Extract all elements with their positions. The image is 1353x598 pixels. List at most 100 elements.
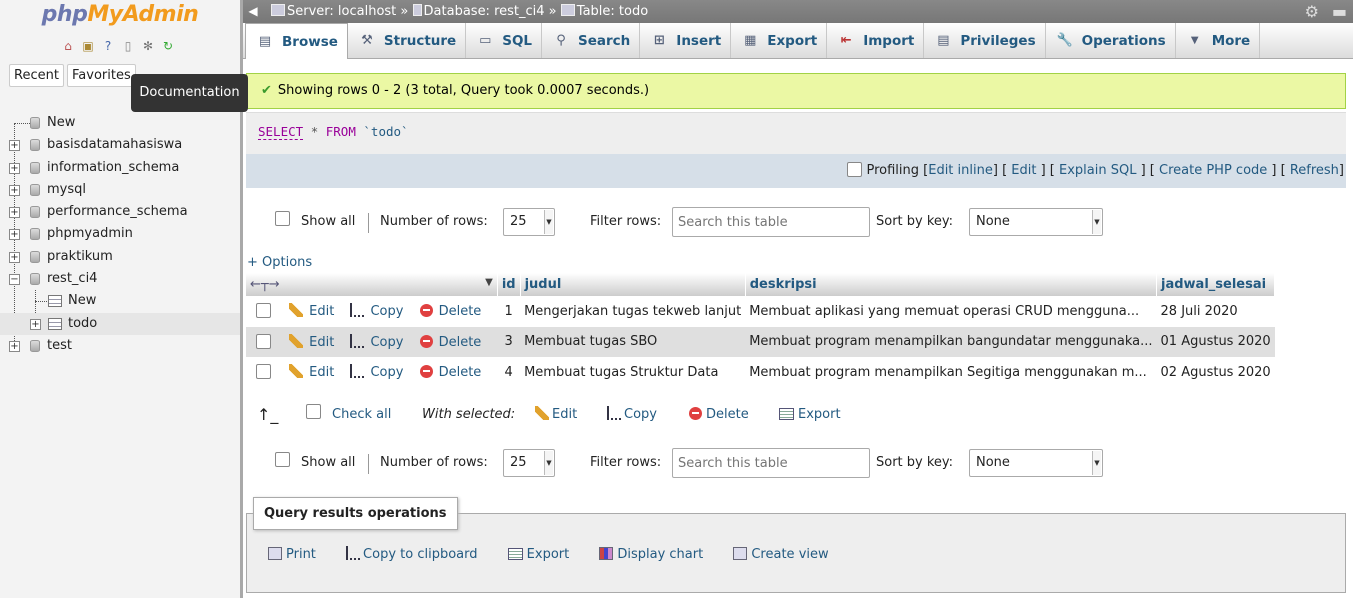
row-checkbox[interactable] xyxy=(256,303,271,319)
filter-rows-input[interactable] xyxy=(672,207,870,237)
row-copy-link[interactable]: Copy xyxy=(350,364,409,380)
profiling-checkbox[interactable] xyxy=(847,162,863,177)
tree-item-information-schema[interactable]: + information_schema xyxy=(0,157,240,179)
row-copy-link[interactable]: Copy xyxy=(350,333,409,350)
row-delete-link[interactable]: Delete xyxy=(419,334,488,350)
collapse-icon[interactable]: − xyxy=(9,274,20,286)
tab-more[interactable]: ▼ More xyxy=(1176,23,1261,58)
home-icon[interactable]: ⌂ xyxy=(60,38,76,54)
sql-query-box[interactable]: SELECT * FROM `todo` xyxy=(246,112,1346,154)
settings-icon[interactable]: ✻ xyxy=(140,38,156,54)
cell-deskripsi[interactable]: Membuat program menampilkan bangundatar … xyxy=(745,326,1157,357)
tree-item-praktikum[interactable]: + praktikum xyxy=(0,246,240,268)
sort-dropdown-icon[interactable]: ▼ xyxy=(485,277,493,288)
breadcrumb-database[interactable]: Database: rest_ci4 xyxy=(424,4,545,19)
export-button[interactable]: Export xyxy=(507,547,569,562)
copy-to-clipboard-button[interactable]: Copy to clipboard xyxy=(346,546,478,562)
tab-structure[interactable]: ⚒ Structure xyxy=(348,23,467,58)
sort-by-key-select[interactable]: None ▼ xyxy=(969,208,1103,236)
sort-by-key-select[interactable]: None ▼ xyxy=(969,449,1103,477)
tree-item-rest-ci4[interactable]: − rest_ci4 xyxy=(0,268,240,290)
refresh-link[interactable]: Refresh xyxy=(1290,163,1339,178)
logout-icon[interactable]: ▣ xyxy=(80,38,96,54)
cell-id[interactable]: 1 xyxy=(497,296,520,327)
expand-icon[interactable]: + xyxy=(9,207,20,219)
cell-id[interactable]: 3 xyxy=(497,326,521,357)
cell-id[interactable]: 4 xyxy=(497,357,520,388)
sql-keyword-select[interactable]: SELECT xyxy=(258,124,304,140)
display-chart-button[interactable]: Display chart xyxy=(599,547,703,562)
expand-icon[interactable]: + xyxy=(9,140,20,152)
column-resize-icon[interactable]: ←┬→ xyxy=(250,277,280,292)
favorites-button[interactable]: Favorites xyxy=(67,64,136,87)
expand-icon[interactable]: + xyxy=(9,251,20,263)
expand-icon[interactable]: + xyxy=(30,318,41,330)
tree-item-mysql[interactable]: + mysql xyxy=(0,179,240,201)
breadcrumb-server[interactable]: Server: localhost xyxy=(287,4,396,19)
row-checkbox[interactable] xyxy=(256,364,271,380)
bulk-delete-button[interactable]: Delete xyxy=(689,400,749,430)
tab-insert[interactable]: ⊞ Insert xyxy=(640,23,732,58)
phpmyadmin-logo[interactable]: phpMyAdmin xyxy=(0,2,240,27)
tree-item-new[interactable]: New xyxy=(0,112,240,134)
number-of-rows-select[interactable]: 25 ▼ xyxy=(503,208,555,236)
tab-sql[interactable]: ▭ SQL xyxy=(466,23,543,58)
show-all-checkbox[interactable] xyxy=(275,211,290,226)
row-edit-link[interactable]: Edit xyxy=(289,364,340,380)
column-header-jadwal-selesai[interactable]: jadwal_selesai xyxy=(1156,273,1276,296)
cell-jadwal-selesai[interactable]: 28 Juli 2020 xyxy=(1157,296,1275,327)
tab-search[interactable]: ⚲ Search xyxy=(542,23,641,58)
cell-deskripsi[interactable]: Membuat aplikasi yang memuat operasi CRU… xyxy=(745,296,1156,327)
bulk-edit-button[interactable]: Edit xyxy=(535,400,577,430)
cell-judul[interactable]: Mengerjakan tugas tekweb lanjut xyxy=(520,296,745,327)
cell-judul[interactable]: Membuat tugas SBO xyxy=(520,326,746,357)
cell-jadwal-selesai[interactable]: 01 Agustus 2020 xyxy=(1156,326,1275,357)
tab-import[interactable]: ⇤ Import xyxy=(827,23,925,58)
bulk-export-button[interactable]: Export xyxy=(779,400,841,430)
cell-deskripsi[interactable]: Membuat program menampilkan Segitiga men… xyxy=(745,357,1156,388)
filter-rows-input[interactable] xyxy=(672,448,870,478)
row-delete-link[interactable]: Delete xyxy=(419,365,488,380)
tree-item-test[interactable]: + test xyxy=(0,335,240,357)
breadcrumb-table[interactable]: Table: todo xyxy=(577,4,648,19)
row-delete-link[interactable]: Delete xyxy=(419,304,488,319)
gear-icon[interactable]: ⚙ xyxy=(1305,0,1319,23)
tab-privileges[interactable]: ▤ Privileges xyxy=(924,23,1046,58)
row-checkbox[interactable] xyxy=(256,333,271,349)
collapse-nav-icon[interactable]: ◀ xyxy=(245,0,261,23)
check-all-label[interactable]: Check all xyxy=(332,400,391,430)
tree-item-phpmyadmin[interactable]: + phpmyadmin xyxy=(0,223,240,245)
reload-icon[interactable]: ↻ xyxy=(160,38,176,54)
minimize-icon[interactable]: ▬ xyxy=(1332,0,1347,23)
explain-sql-link[interactable]: Explain SQL xyxy=(1059,163,1136,178)
tree-item-todo[interactable]: + todo xyxy=(0,312,240,335)
row-edit-link[interactable]: Edit xyxy=(289,303,340,319)
row-copy-link[interactable]: Copy xyxy=(350,303,409,319)
expand-icon[interactable]: + xyxy=(9,340,20,352)
expand-icon[interactable]: + xyxy=(9,229,20,241)
options-link[interactable]: + Options xyxy=(247,255,312,270)
column-header-id[interactable]: id xyxy=(497,273,521,296)
edit-sql-link[interactable]: Edit xyxy=(1011,163,1036,178)
cell-judul[interactable]: Membuat tugas Struktur Data xyxy=(520,357,745,388)
documentation-icon[interactable]: ▯ xyxy=(120,38,136,54)
number-of-rows-select[interactable]: 25 ▼ xyxy=(503,449,555,477)
check-all-checkbox[interactable] xyxy=(306,404,321,419)
column-header-judul[interactable]: judul xyxy=(520,273,746,296)
tab-browse[interactable]: ▤ Browse xyxy=(245,23,348,59)
edit-inline-link[interactable]: Edit inline xyxy=(928,163,993,178)
tab-export[interactable]: ▦ Export xyxy=(731,23,828,58)
column-header-deskripsi[interactable]: deskripsi xyxy=(745,273,1158,296)
expand-icon[interactable]: + xyxy=(9,184,20,196)
row-edit-link[interactable]: Edit xyxy=(289,333,340,350)
tree-item-basisdatamahasiswa[interactable]: + basisdatamahasiswa xyxy=(0,134,240,156)
recent-button[interactable]: Recent xyxy=(9,64,64,87)
bulk-copy-button[interactable]: Copy xyxy=(607,400,657,430)
tree-item-performance-schema[interactable]: + performance_schema xyxy=(0,201,240,223)
column-resize-header[interactable]: ←┬→ ▼ xyxy=(246,273,498,296)
cell-jadwal-selesai[interactable]: 02 Agustus 2020 xyxy=(1157,357,1275,388)
tab-operations[interactable]: 🔧 Operations xyxy=(1046,23,1176,58)
show-all-checkbox[interactable] xyxy=(275,452,290,467)
expand-icon[interactable]: + xyxy=(9,162,20,174)
tree-item-rest-ci4-new[interactable]: New xyxy=(0,290,240,312)
